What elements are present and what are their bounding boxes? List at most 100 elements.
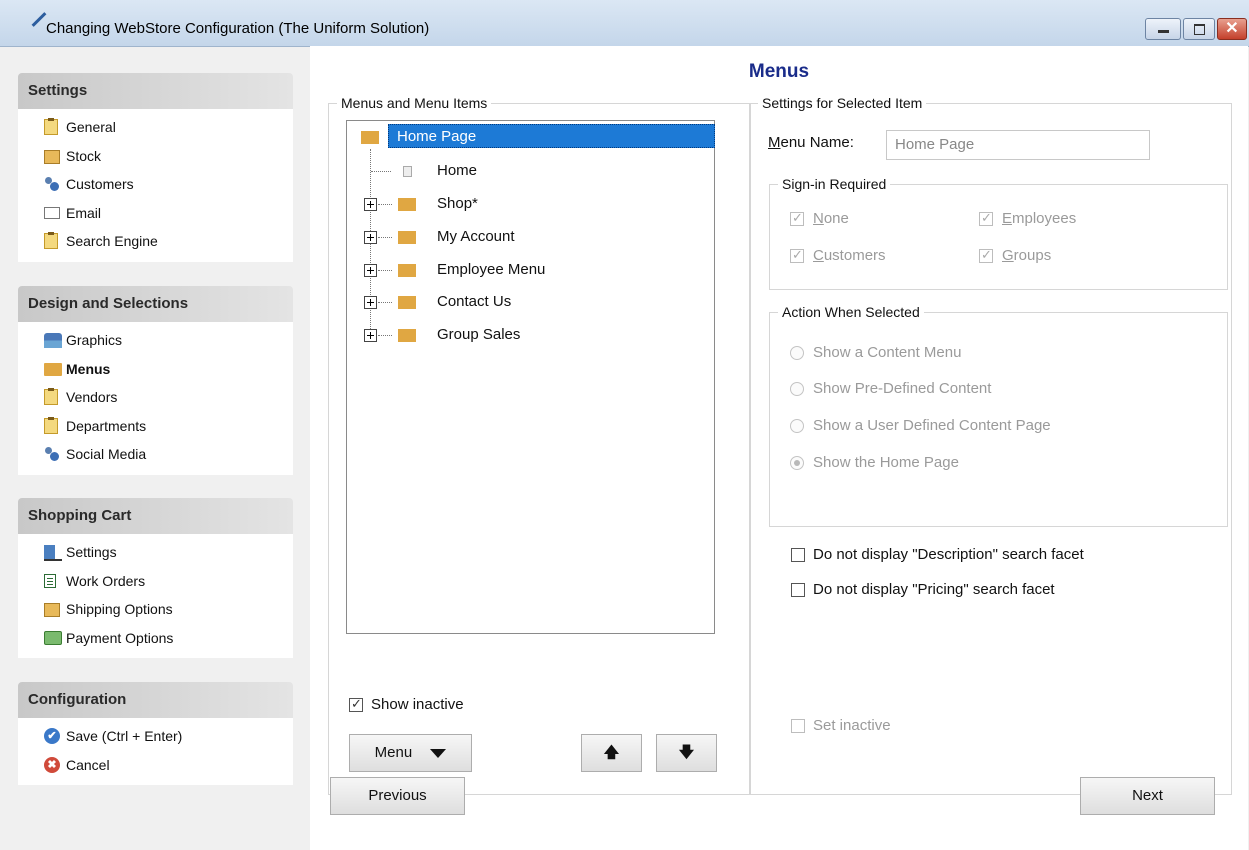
- tree-node-my-account[interactable]: My Account: [437, 225, 515, 249]
- folder-icon: [398, 329, 416, 342]
- tree-node-group-sales[interactable]: Group Sales: [437, 323, 520, 347]
- show-predefined-content-radio[interactable]: [790, 382, 804, 396]
- customers-checkbox[interactable]: [790, 247, 804, 263]
- expand-icon[interactable]: [364, 231, 377, 244]
- employees-label: Employees: [1002, 210, 1077, 227]
- expand-icon[interactable]: [364, 198, 377, 211]
- menu-tree[interactable]: Home Page Home Shop* My Account Employee…: [346, 120, 715, 634]
- sidebar-item-graphics[interactable]: Graphics: [18, 326, 293, 355]
- folder-icon: [398, 264, 416, 277]
- show-content-menu-radio[interactable]: [790, 346, 804, 360]
- application-window: Changing WebStore Configuration (The Uni…: [0, 0, 1249, 850]
- sidebar-item-search-engine[interactable]: Search Engine: [18, 227, 293, 256]
- action-group: Action When Selected Show a Content Menu…: [769, 304, 1228, 527]
- sidebar-item-label: Settings: [66, 544, 117, 560]
- clipboard-icon: [44, 232, 58, 249]
- sidebar-item-shipping-options[interactable]: Shipping Options: [18, 595, 293, 624]
- save-label: Save (Ctrl + Enter): [66, 728, 183, 744]
- tree-node-shop[interactable]: Shop*: [437, 192, 478, 216]
- menu-button-label: Menu: [374, 744, 413, 761]
- pen-icon: [31, 12, 47, 27]
- sidebar-item-vendors[interactable]: Vendors: [18, 383, 293, 412]
- cancel-button[interactable]: ✖ Cancel: [18, 751, 293, 780]
- signin-group: Sign-in Required None Employees Customer…: [769, 176, 1228, 290]
- sidebar-section-shopping-cart: Shopping Cart Settings Work Orders Shipp…: [18, 498, 293, 658]
- maximize-button[interactable]: [1183, 18, 1215, 40]
- show-user-defined-page-radio[interactable]: [790, 419, 804, 433]
- clipboard-icon: [44, 388, 58, 405]
- cancel-circle-icon: ✖: [44, 756, 60, 773]
- sidebar-item-label: Departments: [66, 417, 147, 434]
- no-description-facet-label: Do not display "Description" search face…: [813, 546, 1084, 563]
- employees-checkbox[interactable]: [979, 210, 993, 226]
- tree-node-home-page[interactable]: Home Page: [388, 124, 715, 148]
- menu-dropdown-button[interactable]: Menu: [349, 734, 472, 772]
- clipboard-icon: [44, 416, 58, 434]
- no-pricing-facet-checkbox[interactable]: [791, 583, 805, 597]
- cart-icon: [44, 545, 62, 561]
- sidebar-item-label: Work Orders: [66, 572, 146, 589]
- sidebar-item-customers[interactable]: Customers: [18, 170, 293, 199]
- box-icon: [44, 603, 60, 617]
- page-icon: [403, 166, 412, 177]
- customers-label: Customers: [813, 247, 886, 264]
- sidebar-item-work-orders[interactable]: Work Orders: [18, 567, 293, 596]
- expand-icon[interactable]: [364, 296, 377, 309]
- set-inactive-checkbox[interactable]: [791, 719, 805, 733]
- sidebar-item-label: Search Engine: [66, 233, 158, 249]
- payment-icon: [44, 630, 62, 645]
- storefront-icon: [44, 333, 62, 348]
- document-icon: [44, 573, 56, 588]
- menus-group-legend: Menus and Menu Items: [337, 95, 492, 111]
- page-title: Menus: [748, 61, 810, 82]
- tree-node-contact-us[interactable]: Contact Us: [437, 290, 511, 314]
- sidebar-item-email[interactable]: Email: [18, 199, 293, 228]
- main-panel: Menus Menus and Menu Items Home Page Hom…: [310, 46, 1248, 850]
- tree-node-home[interactable]: Home: [437, 159, 477, 183]
- minimize-button[interactable]: [1145, 18, 1181, 40]
- menu-name-input[interactable]: Home Page: [886, 130, 1150, 160]
- save-button[interactable]: ✔ Save (Ctrl + Enter): [18, 722, 293, 751]
- next-button[interactable]: Next: [1080, 777, 1215, 815]
- sidebar-item-departments[interactable]: Departments: [18, 412, 293, 441]
- tree-connector: [378, 270, 392, 271]
- sidebar-item-payment-options[interactable]: Payment Options: [18, 624, 293, 653]
- sidebar-item-label: Social Media: [66, 446, 147, 462]
- sidebar-item-label: Customers: [66, 176, 134, 192]
- groups-checkbox[interactable]: [979, 247, 993, 263]
- show-inactive-checkbox[interactable]: [349, 696, 363, 712]
- sidebar-item-social-media[interactable]: Social Media: [18, 440, 293, 469]
- show-home-page-radio[interactable]: [790, 456, 804, 470]
- expand-icon[interactable]: [364, 264, 377, 277]
- move-down-button[interactable]: 🡇: [656, 734, 717, 772]
- move-up-button[interactable]: 🡅: [581, 734, 642, 772]
- settings-group-legend: Settings for Selected Item: [758, 95, 927, 111]
- show-user-defined-page-label: Show a User Defined Content Page: [813, 417, 1051, 434]
- title-bar: Changing WebStore Configuration (The Uni…: [0, 0, 1249, 47]
- sidebar-item-label: Email: [66, 204, 102, 221]
- sidebar-item-stock[interactable]: Stock: [18, 142, 293, 171]
- none-checkbox[interactable]: [790, 210, 804, 226]
- signin-legend: Sign-in Required: [778, 176, 891, 192]
- show-inactive-label: Show inactive: [371, 696, 464, 713]
- expand-icon[interactable]: [364, 329, 377, 342]
- previous-button[interactable]: Previous: [330, 777, 465, 815]
- sidebar-item-cart-settings[interactable]: Settings: [18, 538, 293, 567]
- tree-connector: [378, 302, 392, 303]
- tree-connector: [370, 149, 371, 339]
- people-icon: [44, 446, 60, 462]
- menus-group: Menus and Menu Items Home Page Home Shop…: [328, 95, 751, 795]
- close-button[interactable]: ✕: [1217, 18, 1247, 40]
- sidebar-item-general[interactable]: General: [18, 113, 293, 142]
- arrow-up-icon: 🡅: [603, 744, 620, 761]
- clipboard-icon: [44, 118, 58, 135]
- no-description-facet-checkbox[interactable]: [791, 548, 805, 562]
- caret-down-icon: [430, 748, 447, 758]
- sidebar-item-menus[interactable]: Menus: [18, 355, 293, 384]
- groups-label: Groups: [1002, 247, 1052, 264]
- people-icon: [44, 176, 60, 192]
- no-pricing-facet-label: Do not display "Pricing" search facet: [813, 581, 1055, 598]
- settings-group: Settings for Selected Item Menu Name: Ho…: [749, 95, 1232, 795]
- sidebar-item-label: Graphics: [66, 332, 123, 348]
- tree-node-employee-menu[interactable]: Employee Menu: [437, 258, 545, 282]
